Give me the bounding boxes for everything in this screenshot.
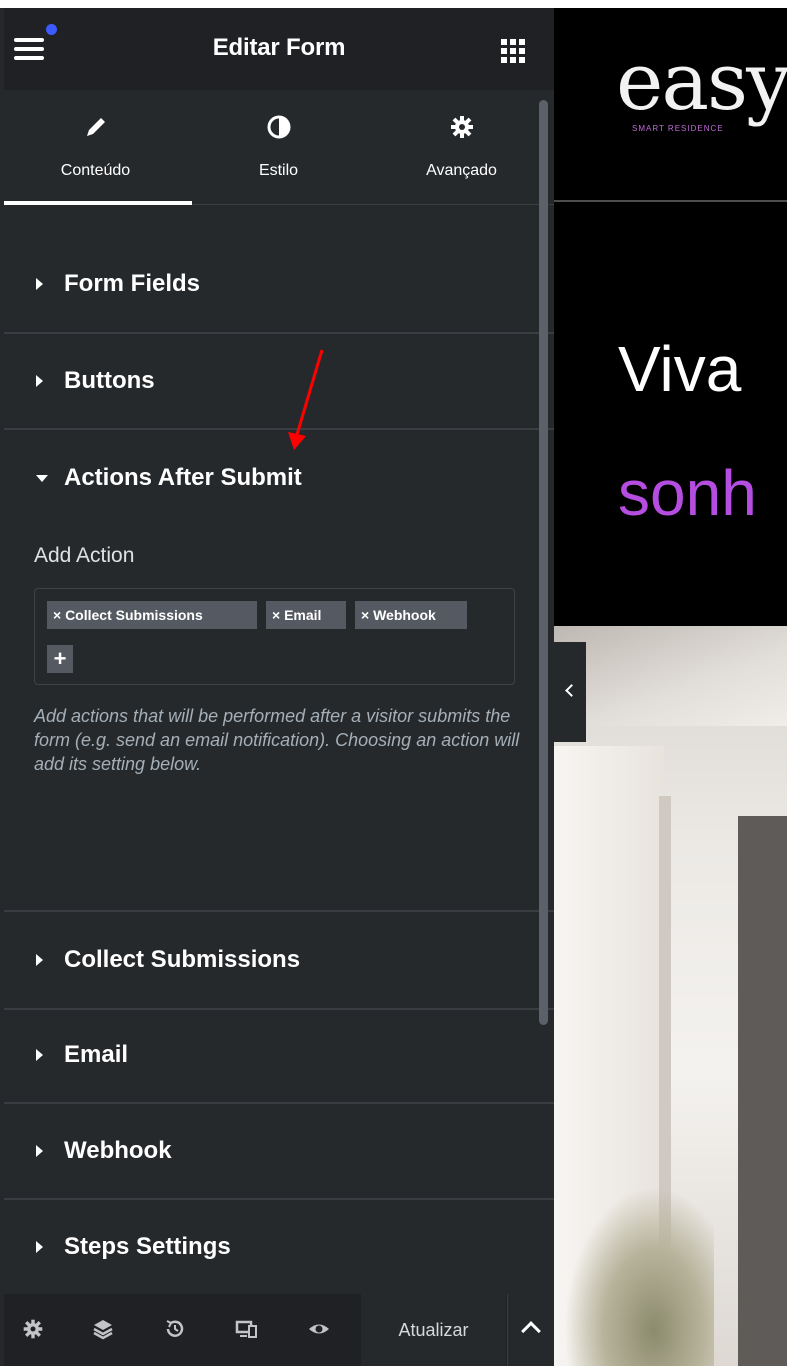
section-form-fields[interactable]: Form Fields: [4, 236, 554, 334]
tab-avancado[interactable]: Avançado: [370, 90, 553, 204]
tab-label: Conteúdo: [60, 162, 131, 179]
section-title: Webhook: [64, 1137, 172, 1164]
panel-tabs: Conteúdo Estilo Avançado: [4, 90, 554, 205]
panel-scrollbar[interactable]: [539, 100, 548, 1025]
preview-header: easy SMART RESIDENCE: [554, 8, 787, 200]
preview-eye-icon[interactable]: [306, 1318, 332, 1344]
section-title: Buttons: [64, 367, 155, 394]
hero-heading-line1: Viva: [618, 333, 742, 405]
preview-hero: Viva sonh: [554, 202, 787, 626]
hero-heading-line2: sonh: [618, 457, 757, 529]
section-collect-submissions[interactable]: Collect Submissions: [4, 910, 554, 1010]
caret-right-icon: [36, 375, 43, 387]
history-icon[interactable]: [162, 1318, 188, 1344]
chip-collect-submissions[interactable]: × Collect Submissions: [47, 601, 257, 629]
chip-webhook[interactable]: × Webhook: [355, 601, 467, 629]
layers-icon[interactable]: [90, 1318, 116, 1344]
red-annotation-arrow-icon: [288, 349, 324, 450]
update-button[interactable]: Atualizar: [361, 1294, 506, 1366]
section-title: Form Fields: [64, 270, 201, 297]
save-options-chevron-up-icon[interactable]: [507, 1294, 554, 1366]
caret-right-icon: [36, 278, 43, 290]
elementor-panel: Editar Form Conteúdo Estilo Avançado For…: [4, 8, 554, 1366]
contrast-icon: [187, 114, 370, 142]
widgets-grid-icon[interactable]: [501, 39, 525, 63]
tab-conteudo[interactable]: Conteúdo: [4, 90, 192, 205]
caret-right-icon: [36, 954, 43, 966]
actions-after-submit-body: Add Action × Collect Submissions × Email…: [4, 528, 554, 914]
pencil-icon: [4, 114, 187, 142]
caret-right-icon: [36, 1049, 43, 1061]
panel-header: Editar Form: [4, 8, 554, 90]
section-title: Steps Settings: [64, 1233, 231, 1260]
site-logo-subtitle: SMART RESIDENCE: [632, 124, 724, 133]
section-title: Email: [64, 1041, 129, 1068]
settings-icon[interactable]: [20, 1318, 46, 1344]
page-title: Editar Form: [212, 34, 346, 61]
panel-footer: Atualizar: [4, 1294, 554, 1366]
caret-right-icon: [36, 1145, 43, 1157]
actions-help-text: Add actions that will be performed after…: [34, 706, 520, 774]
responsive-icon[interactable]: [234, 1318, 260, 1344]
hero-image: [554, 626, 787, 1366]
section-steps-settings[interactable]: Steps Settings: [4, 1200, 554, 1294]
section-title: Collect Submissions: [64, 946, 301, 973]
tab-estilo[interactable]: Estilo: [187, 90, 370, 204]
section-webhook[interactable]: Webhook: [4, 1104, 554, 1200]
add-action-select[interactable]: × Collect Submissions × Email × Webhook …: [34, 588, 515, 685]
site-logo[interactable]: easy: [616, 42, 787, 122]
collapse-panel-chevron-left-icon[interactable]: [554, 642, 586, 742]
caret-right-icon: [36, 1241, 43, 1253]
tab-label: Avançado: [426, 162, 497, 179]
section-buttons[interactable]: Buttons: [4, 334, 554, 430]
section-actions-after-submit[interactable]: Actions After Submit: [4, 430, 554, 526]
gear-icon: [370, 114, 553, 142]
chip-email[interactable]: × Email: [266, 601, 346, 629]
section-title: Actions After Submit: [64, 464, 302, 491]
section-email[interactable]: Email: [4, 1008, 554, 1104]
caret-down-icon: [36, 475, 48, 482]
tab-label: Estilo: [258, 162, 299, 179]
add-action-label: Add Action: [34, 544, 135, 567]
page-preview: easy SMART RESIDENCE Viva sonh: [554, 8, 787, 1366]
add-action-plus-button[interactable]: +: [47, 645, 73, 673]
